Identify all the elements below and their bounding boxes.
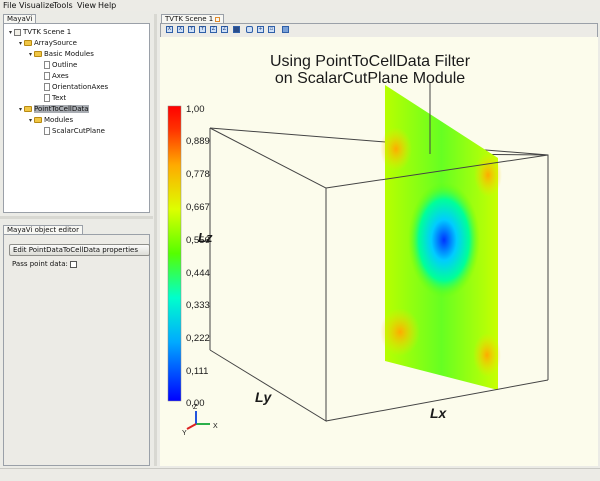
colorbar-tick: 0,444: [186, 268, 210, 279]
tab-object-editor[interactable]: MayaVi object editor: [3, 225, 83, 234]
tree-item-label: TVTK Scene 1: [23, 28, 72, 36]
colorbar-tick: 0,667: [186, 202, 210, 213]
document-icon: [44, 72, 50, 80]
expand-toggle-icon[interactable]: ▾: [27, 116, 34, 126]
document-icon: [44, 61, 50, 69]
folder-icon: [24, 106, 32, 112]
document-icon: [44, 83, 50, 91]
menu-bar: File Visualize Tools View Help: [0, 0, 600, 11]
tree-item-outline[interactable]: Outline: [37, 60, 77, 70]
colorbar-tick: 0,778: [186, 169, 210, 180]
tree-item-axes[interactable]: Axes: [37, 71, 69, 81]
view-neg-z-icon[interactable]: Z: [221, 26, 228, 33]
object-editor-panel: Edit PointDataToCellData properties Pass…: [3, 234, 150, 466]
menu-help[interactable]: Help: [98, 0, 116, 11]
parallel-projection-icon[interactable]: [246, 26, 253, 33]
tab-tvtk-scene[interactable]: TVTK Scene 1: [161, 14, 225, 23]
menu-visualize[interactable]: Visualize: [19, 0, 54, 11]
tree-item-label: Axes: [52, 72, 69, 80]
tree-item-label: Text: [52, 94, 67, 102]
edit-properties-button[interactable]: Edit PointDataToCellData properties: [9, 244, 150, 256]
axis-label-y: Ly: [255, 389, 273, 405]
pass-point-data-checkbox[interactable]: [70, 261, 77, 268]
vertical-splitter[interactable]: [154, 14, 157, 466]
colorbar-tick: 0,333: [186, 300, 210, 311]
colorbar-tick: 0,222: [186, 333, 210, 344]
expand-toggle-icon[interactable]: ▾: [17, 39, 24, 49]
tree-item-array-source[interactable]: ▾ ArraySource: [17, 38, 77, 48]
view-z-icon[interactable]: Z: [210, 26, 217, 33]
full-screen-icon[interactable]: ▫: [268, 26, 275, 33]
tree-item-label: Outline: [52, 61, 78, 69]
tree-item-orientation-axes[interactable]: OrientationAxes: [37, 82, 108, 92]
orientation-label-y: Y: [182, 430, 187, 437]
isometric-icon[interactable]: [233, 26, 240, 33]
expand-toggle-icon[interactable]: ▾: [17, 105, 24, 115]
axes-toggle-icon[interactable]: +: [257, 26, 264, 33]
tree-item-label-selected: PointToCellData: [34, 105, 89, 113]
status-bar: [0, 468, 600, 481]
pass-point-data-label: Pass point data:: [12, 260, 68, 268]
axis-label-x: Lx: [430, 405, 448, 421]
folder-icon: [34, 117, 42, 123]
tab-mayavi[interactable]: MayaVi: [3, 14, 37, 23]
view-neg-x-icon[interactable]: X: [177, 26, 184, 33]
scalar-cut-plane: [380, 85, 502, 390]
pipeline-tree: ▾ TVTK Scene 1 ▾ ArraySource ▾ Basic Module…: [3, 23, 150, 213]
scene-title-line2: on ScalarCutPlane Module: [275, 70, 465, 87]
horizontal-splitter[interactable]: [0, 216, 153, 219]
view-neg-y-icon[interactable]: Y: [199, 26, 206, 33]
scene-icon: [14, 28, 21, 36]
tree-item-point-to-cell-data[interactable]: ▾ PointToCellData: [17, 104, 89, 114]
tree-item-tvtk-scene[interactable]: ▾ TVTK Scene 1: [7, 27, 71, 37]
save-icon[interactable]: [282, 26, 289, 33]
colorbar-tick: 0,889: [186, 136, 210, 147]
tree-item-label: ScalarCutPlane: [52, 127, 105, 135]
colorbar: [167, 105, 182, 402]
close-icon[interactable]: [215, 16, 221, 22]
expand-toggle-icon[interactable]: ▾: [7, 28, 14, 38]
document-icon: [44, 94, 50, 102]
expand-toggle-icon[interactable]: ▾: [27, 50, 34, 60]
menu-view[interactable]: View: [77, 0, 96, 11]
document-icon: [44, 127, 50, 135]
view-y-icon[interactable]: Y: [188, 26, 195, 33]
folder-icon: [34, 51, 42, 57]
colorbar-labels: 1,00 0,889 0,778 0,667 0,556 0,444 0,333…: [186, 104, 210, 409]
colorbar-tick: 0,111: [186, 366, 208, 377]
tree-item-label: Basic Modules: [44, 50, 94, 58]
orientation-label-x: X: [213, 423, 218, 430]
orientation-label-z: Z: [193, 404, 198, 411]
tree-item-text[interactable]: Text: [37, 93, 66, 103]
tab-label: TVTK Scene 1: [165, 15, 214, 23]
tree-item-label: OrientationAxes: [52, 83, 109, 91]
menu-tools[interactable]: Tools: [53, 0, 73, 11]
view-x-icon[interactable]: X: [166, 26, 173, 33]
tree-item-modules[interactable]: ▾ Modules: [27, 115, 73, 125]
tree-item-label: ArraySource: [34, 39, 77, 47]
axis-label-z: Lz: [198, 230, 213, 245]
colorbar-tick: 1,00: [186, 104, 205, 115]
render-canvas[interactable]: Using PointToCellData Filter on ScalarCu…: [160, 37, 598, 466]
folder-icon: [24, 40, 32, 46]
scene-graphics: Using PointToCellData Filter on ScalarCu…: [167, 53, 549, 437]
tree-item-basic-modules[interactable]: ▾ Basic Modules: [27, 49, 94, 59]
tree-item-label: Modules: [44, 116, 74, 124]
menu-file[interactable]: File: [3, 0, 16, 11]
scene-title-line1: Using PointToCellData Filter: [270, 53, 471, 70]
tree-item-scalar-cut-plane[interactable]: ScalarCutPlane: [37, 126, 105, 136]
